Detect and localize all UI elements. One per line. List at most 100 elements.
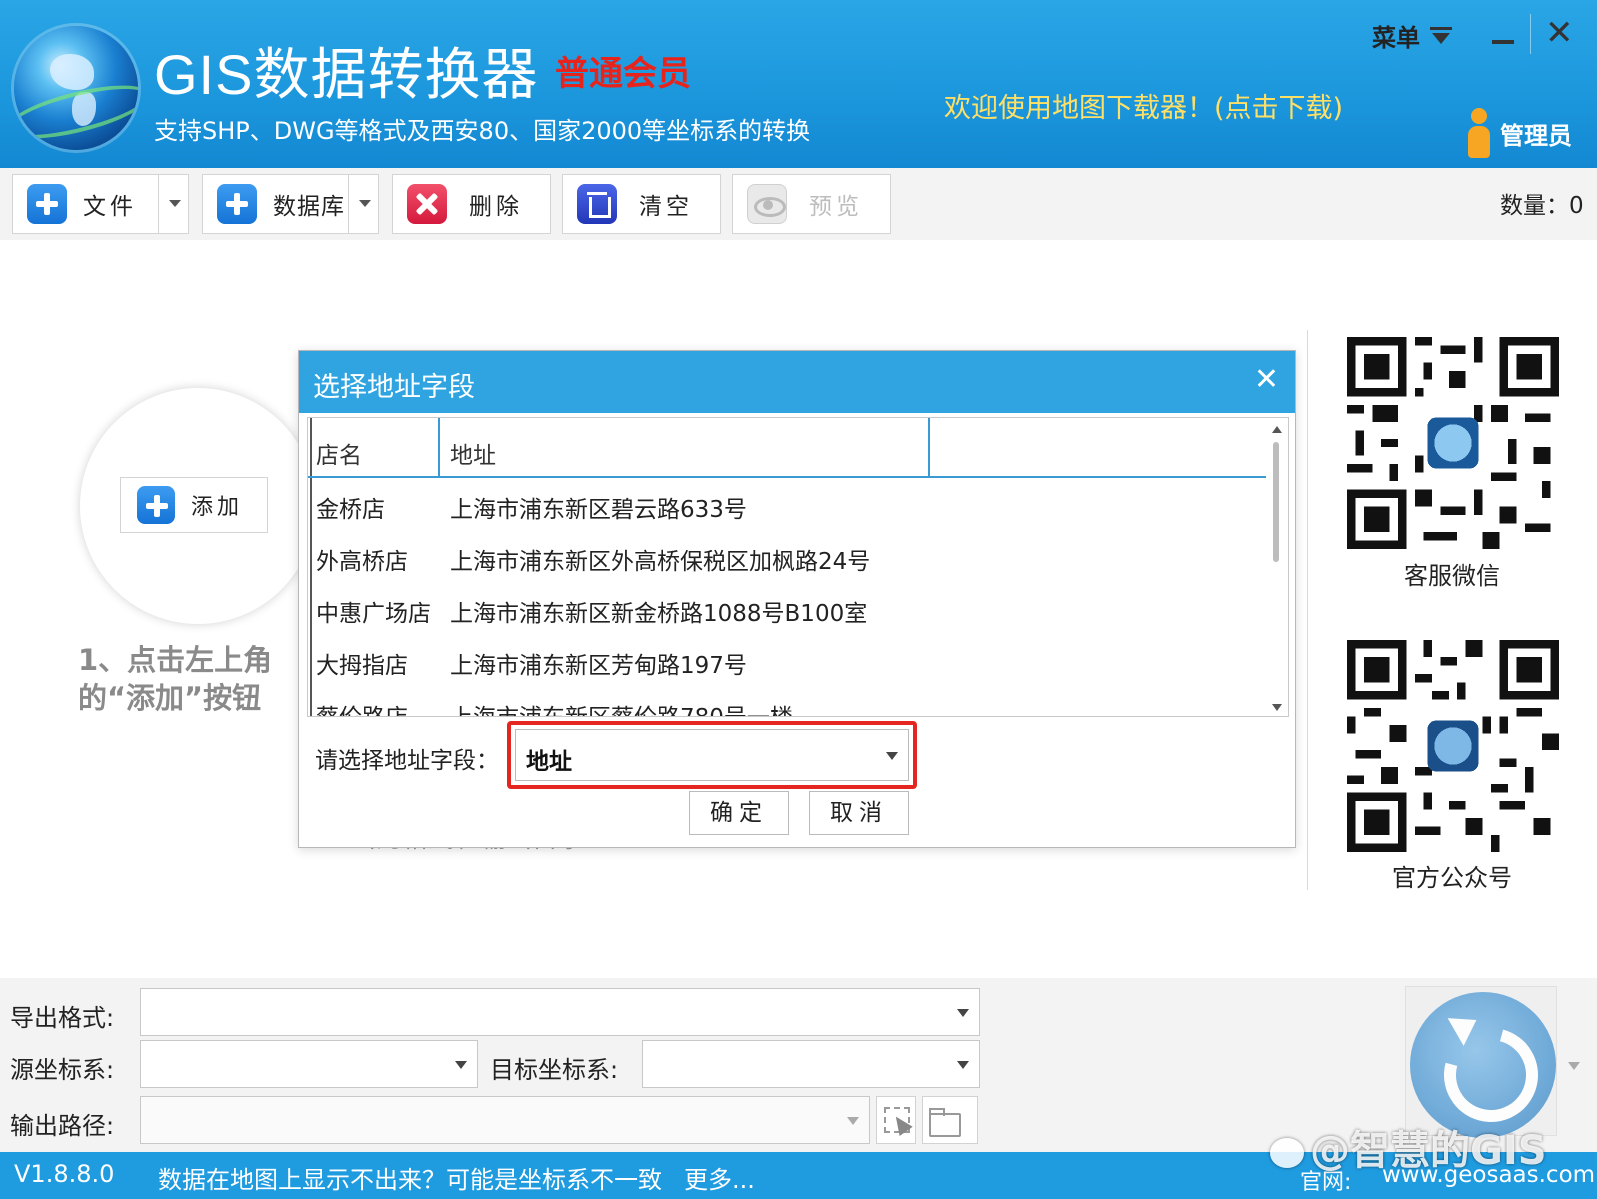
file-button[interactable]: 文件 (12, 174, 189, 234)
column-separator (438, 418, 440, 478)
chevron-down-icon (957, 1009, 969, 1017)
address-field-select[interactable]: 地址 (515, 729, 909, 781)
delete-button[interactable]: 删除 (392, 174, 551, 234)
dialog-title-bar[interactable]: 选择地址字段 ✕ (299, 351, 1295, 413)
select-address-field-dialog: 选择地址字段 ✕ 店名 地址 金桥店 上海市浦东新区碧云路633号 外高桥店 上… (298, 350, 1296, 848)
scroll-thumb[interactable] (1273, 442, 1279, 562)
watermark: @智慧的GIS (1270, 1118, 1547, 1176)
cell-address: 上海市浦东新区外高桥保税区加枫路24号 (450, 549, 871, 575)
cell-address: 上海市浦东新区芳甸路197号 (450, 653, 747, 679)
item-count: 数量：0 (1500, 193, 1584, 219)
file-label: 文件 (83, 194, 137, 220)
source-crs-label: 源坐标系: (10, 1056, 115, 1084)
add-label: 添加 (191, 495, 244, 520)
cell-store-name: 金桥店 (316, 497, 385, 523)
paw-logo-icon (1270, 1138, 1304, 1168)
qr-code-icon (1347, 640, 1559, 852)
select-path-icon[interactable] (876, 1096, 916, 1144)
cancel-button[interactable]: 取消 (809, 791, 909, 835)
table-row[interactable]: 外高桥店 上海市浦东新区外高桥保税区加枫路24号 (308, 532, 1266, 584)
watermark-text: @智慧的GIS (1310, 1128, 1547, 1174)
database-dropdown-arrow[interactable] (348, 175, 378, 233)
file-dropdown-arrow[interactable] (158, 175, 188, 233)
delete-icon (407, 184, 447, 224)
dialog-title: 选择地址字段 (313, 372, 475, 403)
column-header-address[interactable]: 地址 (450, 436, 496, 470)
scroll-up-arrow-icon[interactable] (1272, 426, 1282, 433)
address-field-label: 请选择地址字段： (315, 748, 499, 774)
grid-header: 店名 地址 (308, 418, 1266, 478)
output-path-select[interactable] (140, 1096, 870, 1144)
clear-button[interactable]: 清空 (562, 174, 721, 234)
app-subtitle: 支持SHP、DWG等格式及西安80、国家2000等坐标系的转换 (154, 117, 811, 145)
cell-address: 上海市浦东新区碧云路633号 (450, 497, 747, 523)
delete-label: 删除 (469, 194, 523, 220)
minimize-button[interactable] (1490, 22, 1516, 48)
chevron-down-icon (455, 1061, 467, 1069)
table-row[interactable]: 金桥店 上海市浦东新区碧云路633号 (308, 480, 1266, 532)
database-button[interactable]: 数据库 (202, 174, 379, 234)
grid-scrollbar[interactable] (1266, 418, 1288, 716)
wechat-qr-code (1347, 337, 1559, 549)
user-icon (1468, 108, 1490, 158)
admin-user[interactable]: 管理员 (1468, 108, 1572, 158)
scroll-down-arrow-icon[interactable] (1272, 704, 1282, 711)
menu-button[interactable]: 菜单 (1372, 18, 1452, 53)
cell-store-name: 中惠广场店 (316, 601, 431, 627)
output-path-label: 输出路径: (10, 1112, 115, 1140)
official-account-qr-code (1347, 640, 1559, 852)
close-window-button[interactable]: ✕ (1545, 16, 1574, 50)
app-title: GIS数据转换器 (154, 43, 539, 106)
title-separator (1530, 14, 1531, 54)
globe-logo-icon (14, 26, 138, 150)
menu-label: 菜单 (1372, 24, 1420, 52)
database-label: 数据库 (273, 194, 345, 220)
run-dropdown-icon[interactable] (1568, 1062, 1580, 1070)
member-badge: 普通会员 (555, 54, 691, 94)
more-link[interactable]: 更多... (684, 1160, 755, 1195)
side-divider (1307, 330, 1308, 890)
ok-button[interactable]: 确定 (689, 791, 789, 835)
preview-grid[interactable]: 店名 地址 金桥店 上海市浦东新区碧云路633号 外高桥店 上海市浦东新区外高桥… (307, 417, 1289, 717)
eye-icon (747, 184, 787, 224)
official-account-qr-label: 官方公众号 (1392, 864, 1512, 892)
trash-icon (577, 184, 617, 224)
table-row[interactable]: 大拇指店 上海市浦东新区芳甸路197号 (308, 636, 1266, 688)
preview-button[interactable]: 预览 (732, 174, 891, 234)
cell-address: 上海市浦东新区蔡伦路780号一楼 (450, 698, 793, 716)
admin-label: 管理员 (1500, 121, 1572, 150)
column-header-store-name[interactable]: 店名 (316, 436, 362, 470)
cell-store-name: 蔡伦路店 (316, 698, 408, 716)
toolbar: 文件 数据库 删除 清空 预览 (0, 168, 1597, 240)
step-hint: 1、点击左上角的“添加”按钮 (78, 643, 273, 715)
column-separator (928, 418, 930, 478)
target-crs-label: 目标坐标系: (490, 1056, 619, 1084)
table-row[interactable]: 蔡伦路店 上海市浦东新区蔡伦路780号一楼 (308, 688, 1266, 716)
add-icon (137, 486, 175, 524)
dialog-close-icon[interactable]: ✕ (1254, 365, 1279, 395)
chevron-down-icon (957, 1061, 969, 1069)
cell-store-name: 大拇指店 (316, 653, 408, 679)
menu-dropdown-icon (1430, 26, 1452, 45)
export-format-select[interactable] (140, 988, 980, 1036)
table-row[interactable]: 中惠广场店 上海市浦东新区新金桥路1088号B100室 (308, 584, 1266, 636)
wechat-qr-label: 客服微信 (1404, 562, 1500, 590)
add-file-icon (27, 184, 67, 224)
crs-tip-link[interactable]: 数据在地图上显示不出来？可能是坐标系不一致 (158, 1160, 662, 1195)
address-field-value: 地址 (526, 749, 572, 775)
folder-icon[interactable] (922, 1096, 978, 1144)
export-format-label: 导出格式: (10, 1004, 115, 1032)
chevron-down-icon (847, 1117, 859, 1125)
qr-code-icon (1347, 337, 1559, 549)
clear-label: 清空 (639, 194, 693, 220)
map-downloader-link[interactable]: 欢迎使用地图下载器！(点击下载) (944, 86, 1343, 125)
target-crs-select[interactable] (642, 1040, 980, 1088)
add-button[interactable]: 添加 (120, 477, 268, 533)
cell-address: 上海市浦东新区新金桥路1088号B100室 (450, 601, 868, 627)
app-header: GIS数据转换器 普通会员 支持SHP、DWG等格式及西安80、国家2000等坐… (0, 0, 1597, 168)
cell-store-name: 外高桥店 (316, 549, 408, 575)
version-label: V1.8.8.0 (14, 1160, 115, 1188)
add-database-icon (217, 184, 257, 224)
convert-run-button[interactable] (1410, 992, 1556, 1138)
source-crs-select[interactable] (140, 1040, 478, 1088)
